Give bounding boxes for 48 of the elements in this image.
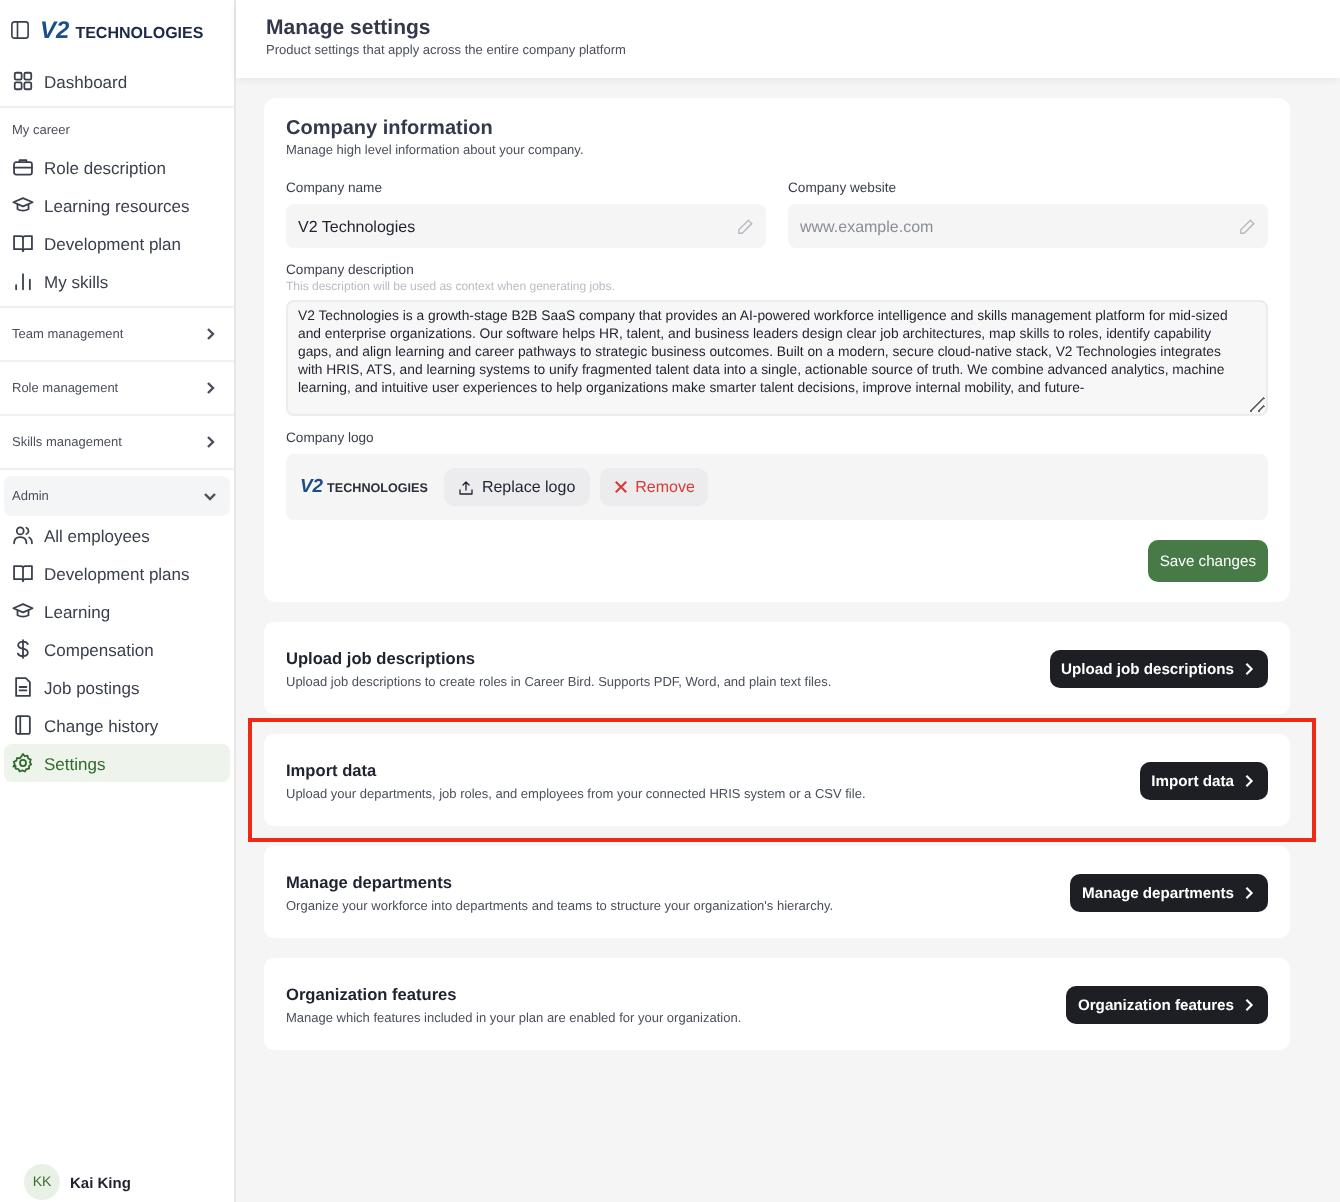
graduation-cap-icon <box>12 194 34 216</box>
graduation-cap-icon <box>12 600 34 622</box>
remove-logo-button[interactable]: Remove <box>599 468 709 506</box>
sidebar-item[interactable]: Learning resources <box>4 186 230 224</box>
bar-chart-icon <box>12 270 34 292</box>
sidebar-item[interactable]: Compensation <box>4 630 230 668</box>
company-logo: V2 TECHNOLOGIES <box>40 16 204 44</box>
sidebar-item[interactable]: Development plan <box>4 224 230 262</box>
sidebar-item[interactable]: Learning <box>4 592 230 630</box>
people-icon <box>12 524 34 546</box>
pencil-icon[interactable] <box>736 217 754 235</box>
sidebar-item[interactable]: Development plans <box>4 554 230 592</box>
sidebar-item[interactable]: All employees <box>4 516 230 554</box>
chevron-right-icon <box>1242 885 1256 899</box>
close-icon <box>613 480 628 494</box>
upload-icon <box>457 479 474 495</box>
chevron-right-icon <box>1242 773 1256 787</box>
company-website-field[interactable]: www.example.com <box>788 204 1268 248</box>
dollar-icon <box>12 638 34 660</box>
document-icon <box>12 676 34 698</box>
chevron-right-icon <box>1242 997 1256 1011</box>
card-title: Import data <box>286 759 379 779</box>
sidebar-item[interactable]: Job postings <box>4 668 230 706</box>
chevron-down-icon <box>202 488 218 504</box>
chevron-right-icon <box>202 326 218 342</box>
company-name-field[interactable]: V2 Technologies <box>286 204 766 248</box>
book-icon <box>12 232 34 254</box>
card-title: Organization features <box>286 983 459 1003</box>
sidebar-item[interactable]: Settings <box>4 744 230 782</box>
chevron-right-icon <box>1242 661 1256 675</box>
card-title: Upload job descriptions <box>286 647 477 667</box>
chevron-right-icon <box>202 434 218 450</box>
card-title: Company information <box>286 118 495 140</box>
card-title: Manage departments <box>286 871 454 891</box>
page-title: Manage settings <box>266 16 433 40</box>
notebook-icon <box>12 714 34 736</box>
dashboard-icon <box>12 70 34 92</box>
sidebar-item[interactable]: My skills <box>4 262 230 300</box>
sidebar-toggle-icon[interactable] <box>10 20 30 40</box>
settings-icon <box>12 752 34 774</box>
chevron-right-icon <box>202 380 218 396</box>
sidebar-item[interactable]: Dashboard <box>4 62 230 100</box>
sidebar-item[interactable]: Role description <box>4 148 230 186</box>
book-icon <box>12 562 34 584</box>
sidebar-item[interactable]: Change history <box>4 706 230 744</box>
replace-logo-button[interactable]: Replace logo <box>443 468 590 506</box>
pencil-icon[interactable] <box>1238 217 1256 235</box>
briefcase-icon <box>12 156 34 178</box>
